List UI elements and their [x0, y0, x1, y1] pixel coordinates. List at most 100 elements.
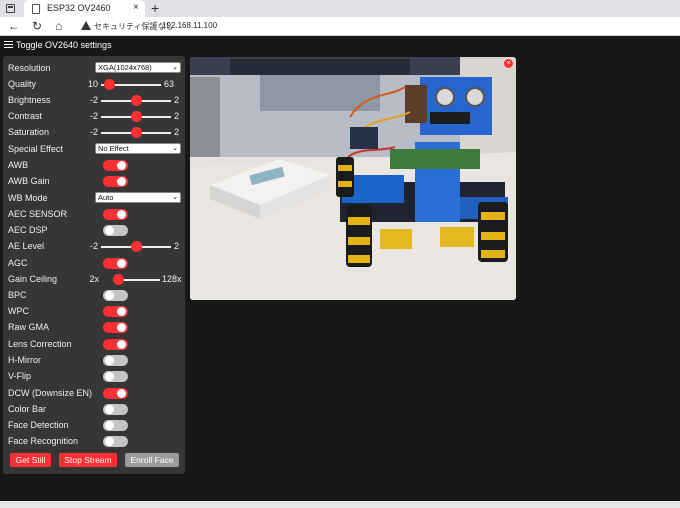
aec-sensor-toggle[interactable] [103, 209, 128, 220]
toggle-knob [105, 421, 114, 430]
brightness-max: 2 [174, 95, 180, 105]
special-effect-label: Special Effect [8, 144, 63, 154]
special-effect-row: Special Effect No Effect ⌄ [8, 142, 184, 156]
awb-toggle[interactable] [103, 160, 128, 171]
wb-mode-label: WB Mode [8, 193, 48, 203]
gain-ceiling-slider-handle[interactable] [113, 274, 124, 285]
wpc-row: WPC [8, 304, 184, 318]
tab-close-icon[interactable]: × [133, 2, 139, 13]
ae-level-slider-handle[interactable] [130, 241, 142, 252]
face-detection-toggle[interactable] [103, 420, 128, 431]
v-flip-label: V-Flip [8, 371, 32, 381]
browser-tab[interactable]: ESP32 OV2460 × [24, 0, 145, 17]
saturation-max: 2 [174, 127, 180, 137]
resolution-label: Resolution [8, 63, 51, 73]
dcw-toggle[interactable] [103, 388, 128, 399]
quality-label: Quality [8, 79, 37, 89]
aec-dsp-label: AEC DSP [8, 225, 48, 235]
toggle-knob [105, 226, 114, 235]
aec-sensor-row: AEC SENSOR [8, 207, 184, 221]
enroll-face-button[interactable]: Enroll Face [125, 453, 179, 467]
raw-gma-toggle[interactable] [103, 322, 128, 333]
tab-actions-icon[interactable] [6, 4, 15, 13]
toggle-settings-label[interactable]: Toggle OV2640 settings [16, 40, 112, 50]
close-icon[interactable]: × [504, 59, 513, 68]
bpc-row: BPC [8, 288, 184, 302]
saturation-min: -2 [89, 127, 98, 137]
url-field[interactable]: 192.168.11.100 [162, 21, 217, 30]
toggle-knob [117, 177, 126, 186]
face-detection-label: Face Detection [8, 420, 69, 430]
ae-level-min: -2 [89, 241, 98, 251]
lens-correction-row: Lens Correction [8, 337, 184, 351]
home-icon[interactable]: ⌂ [55, 19, 62, 33]
hamburger-icon[interactable] [4, 41, 13, 49]
toggle-knob [105, 356, 114, 365]
brightness-label: Brightness [8, 95, 51, 105]
face-detection-row: Face Detection [8, 418, 184, 432]
lens-correction-toggle[interactable] [103, 339, 128, 350]
resolution-row: Resolution XGA(1024x768) ⌄ [8, 61, 184, 75]
raw-gma-label: Raw GMA [8, 322, 50, 332]
agc-toggle[interactable] [103, 258, 128, 269]
back-icon[interactable]: ← [8, 19, 20, 33]
toggle-knob [117, 259, 126, 268]
saturation-slider-handle[interactable] [130, 127, 142, 138]
special-effect-select[interactable]: No Effect ⌄ [95, 143, 181, 154]
brightness-slider-handle[interactable] [130, 95, 142, 106]
lens-correction-label: Lens Correction [8, 339, 72, 349]
toggle-knob [117, 161, 126, 170]
v-flip-toggle[interactable] [103, 371, 128, 382]
toggle-knob [117, 307, 126, 316]
wpc-toggle[interactable] [103, 306, 128, 317]
address-separator [155, 21, 156, 31]
ae-level-max: 2 [174, 241, 180, 251]
awb-gain-toggle[interactable] [103, 176, 128, 187]
ae-level-row: AE Level -2 2 [8, 239, 184, 253]
aec-dsp-row: AEC DSP [8, 223, 184, 237]
stop-stream-button[interactable]: Stop Stream [59, 453, 117, 467]
chevron-down-icon: ⌄ [172, 145, 178, 152]
contrast-slider-handle[interactable] [130, 111, 142, 122]
wpc-label: WPC [8, 306, 29, 316]
quality-min: 10 [87, 79, 98, 89]
aec-sensor-label: AEC SENSOR [8, 209, 68, 219]
awb-label: AWB [8, 160, 29, 170]
new-tab-button[interactable]: + [151, 0, 159, 16]
h-mirror-toggle[interactable] [103, 355, 128, 366]
quality-slider-handle[interactable] [103, 79, 115, 90]
raw-gma-row: Raw GMA [8, 320, 184, 334]
page-icon [32, 4, 40, 14]
resolution-select[interactable]: XGA(1024x768) ⌄ [95, 62, 181, 73]
gain-ceiling-min: 2x [89, 274, 99, 284]
get-still-button[interactable]: Get Still [10, 453, 51, 467]
toggle-knob [117, 323, 126, 332]
warning-icon[interactable] [81, 21, 91, 30]
wb-mode-select[interactable]: Auto ⌄ [95, 192, 181, 203]
window-bottom-edge [0, 501, 680, 508]
toggle-knob [117, 389, 126, 398]
address-bar: ← ↻ ⌂ セキュリティ保護なし 192.168.11.100 [0, 17, 680, 36]
bpc-label: BPC [8, 290, 27, 300]
gain-ceiling-max: 128x [162, 274, 182, 284]
v-flip-row: V-Flip [8, 369, 184, 383]
color-bar-label: Color Bar [8, 404, 47, 414]
bpc-toggle[interactable] [103, 290, 128, 301]
color-bar-toggle[interactable] [103, 404, 128, 415]
reload-icon[interactable]: ↻ [32, 19, 42, 33]
brightness-min: -2 [89, 95, 98, 105]
browser-tab-bar: ESP32 OV2460 × + [0, 0, 680, 17]
brightness-row: Brightness -2 2 [8, 93, 184, 107]
face-recognition-toggle[interactable] [103, 436, 128, 447]
aec-dsp-toggle[interactable] [103, 225, 128, 236]
toggle-knob [105, 405, 114, 414]
quality-max: 63 [164, 79, 175, 89]
h-mirror-row: H-Mirror [8, 353, 184, 367]
dcw-row: DCW (Downsize EN) [8, 386, 184, 400]
dcw-label: DCW (Downsize EN) [8, 388, 93, 398]
contrast-max: 2 [174, 111, 180, 121]
gain-ceiling-row: Gain Ceiling 2x 128x [8, 272, 184, 286]
toggle-knob [105, 372, 114, 381]
face-recognition-row: Face Recognition [8, 434, 184, 448]
gain-ceiling-label: Gain Ceiling [8, 274, 58, 284]
